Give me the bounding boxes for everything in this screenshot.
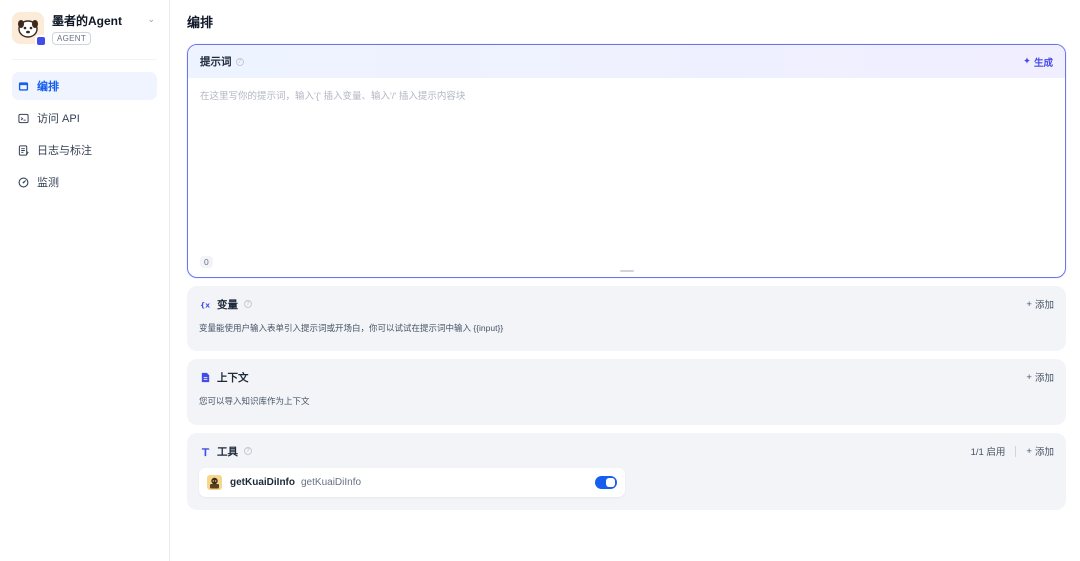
layout-icon (18, 81, 29, 92)
help-icon[interactable]: ? (235, 57, 244, 66)
add-label: 添加 (1034, 300, 1054, 311)
plus-icon: + (1026, 371, 1032, 383)
page-title: 编排 (187, 15, 214, 30)
variables-section: {x} 变量 ? + 添加 变量能使用户输入表单引入提示词或开场白，你可以试试在… (187, 286, 1066, 351)
add-label: 添加 (1034, 447, 1054, 458)
variables-description: 变量能使用户输入表单引入提示词或开场白，你可以试试在提示词中输入 {{input… (199, 323, 504, 333)
sidebar-item-label: 编排 (37, 81, 59, 93)
terminal-icon (18, 113, 29, 124)
tool-name: getKuaiDiInfo (230, 477, 295, 488)
gauge-icon (18, 177, 29, 188)
add-tool-button[interactable]: + 添加 (1026, 444, 1054, 459)
tools-enabled-count: 1/1 启用 (970, 447, 1006, 458)
chevron-down-icon[interactable]: ⌄ (147, 14, 155, 25)
plus-icon: + (1026, 298, 1032, 310)
generate-label: 生成 (1033, 57, 1053, 69)
prompt-title-label: 提示词 (200, 56, 232, 68)
tools-title: 工具 (217, 445, 238, 458)
prompt-header: 提示词 ? ✦ 生成 (188, 45, 1065, 78)
context-title: 上下文 (217, 371, 249, 384)
prompt-input[interactable] (200, 88, 1053, 238)
tools-section: 工具 ? 1/1 启用 + 添加 getKuaiDiInfo getKuaiDi… (187, 433, 1066, 510)
help-icon[interactable]: ? (244, 447, 252, 455)
resize-handle[interactable] (619, 270, 634, 272)
add-context-button[interactable]: + 添加 (1026, 370, 1054, 385)
help-icon[interactable]: ? (244, 300, 252, 308)
char-count: 0 (200, 256, 213, 268)
add-variable-button[interactable]: + 添加 (1026, 297, 1054, 312)
sidebar-item-label: 监测 (37, 177, 59, 189)
add-label: 添加 (1034, 373, 1054, 384)
sidebar-item-label: 访问 API (37, 113, 80, 125)
generate-button[interactable]: ✦ 生成 (1023, 55, 1053, 69)
prompt-editor: 提示词 ? ✦ 生成 0 (187, 44, 1066, 278)
sidebar: 墨者的Agent AGENT ⌄ 编排 访问 API 日志与标注 监测 (0, 0, 170, 561)
document-icon (18, 144, 29, 156)
divider (1015, 445, 1017, 457)
svg-text:{x}: {x} (200, 300, 211, 309)
context-description: 您可以导入知识库作为上下文 (199, 396, 310, 406)
hammer-icon (199, 445, 211, 457)
tool-enable-toggle[interactable] (595, 476, 617, 489)
sidebar-item-monitor[interactable]: 监测 (12, 168, 157, 196)
prompt-title: 提示词 ? (200, 54, 244, 69)
sidebar-item-orchestrate[interactable]: 编排 (12, 72, 157, 100)
sidebar-nav: 编排 访问 API 日志与标注 监测 (12, 72, 157, 196)
avatar (12, 12, 47, 47)
tool-subtitle: getKuaiDiInfo (301, 477, 362, 488)
app-root: 墨者的Agent AGENT ⌄ 编排 访问 API 日志与标注 监测 编排 提… (0, 0, 1080, 561)
agent-name: 墨者的Agent (52, 14, 122, 28)
agent-type-badge: AGENT (52, 32, 92, 45)
tool-item[interactable]: getKuaiDiInfo getKuaiDiInfo (199, 468, 625, 497)
main-content: 编排 提示词 ? ✦ 生成 0 {x (170, 0, 1080, 561)
sidebar-item-label: 日志与标注 (37, 145, 92, 157)
sidebar-item-logs[interactable]: 日志与标注 (12, 136, 157, 164)
sidebar-item-api[interactable]: 访问 API (12, 104, 157, 132)
variables-title: 变量 (217, 298, 238, 311)
agent-header[interactable]: 墨者的Agent AGENT ⌄ (12, 10, 157, 60)
file-icon (199, 371, 211, 383)
tool-logo-icon (207, 475, 222, 490)
sparkle-icon: ✦ (1023, 56, 1031, 67)
plus-icon: + (1026, 445, 1032, 457)
context-section: 上下文 + 添加 您可以导入知识库作为上下文 (187, 359, 1066, 425)
agent-badge-icon (35, 35, 47, 47)
variable-icon: {x} (199, 298, 211, 310)
